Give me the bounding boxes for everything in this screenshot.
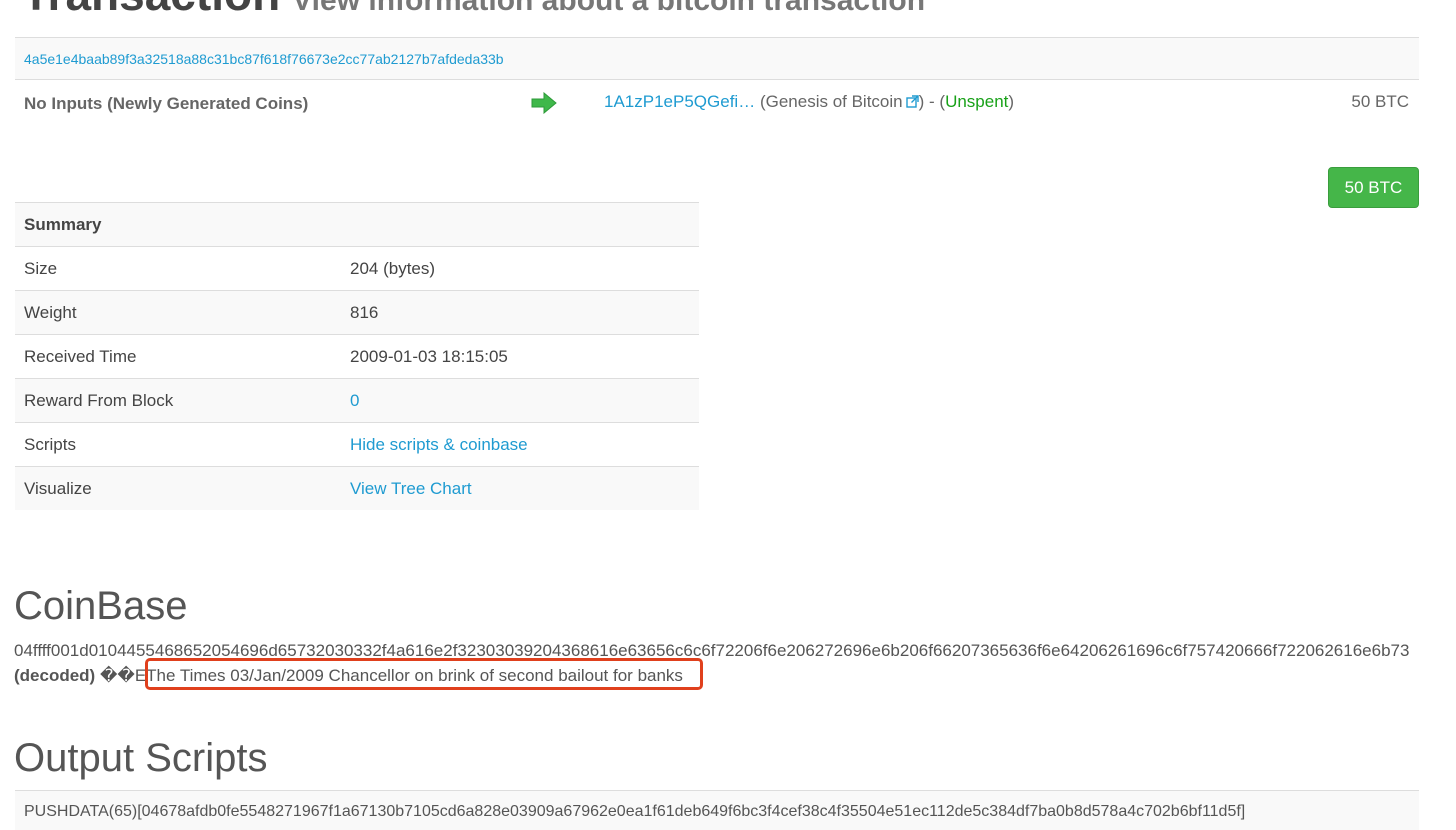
decoded-prefix: ��E [99, 666, 147, 685]
page-subtitle: View information about a bitcoin transac… [292, 0, 926, 17]
reward-block-link[interactable]: 0 [350, 391, 359, 410]
summary-label: Received Time [15, 334, 337, 379]
summary-row-received-time: Received Time 2009-01-03 18:15:05 [15, 334, 699, 379]
summary-label: Weight [15, 290, 337, 335]
output-status: Unspent [945, 92, 1009, 111]
summary-row-visualize: Visualize View Tree Chart [15, 466, 699, 510]
summary-row-size: Size 204 (bytes) [15, 246, 699, 291]
output-scripts-heading: Output Scripts [14, 736, 268, 780]
external-link-icon[interactable] [905, 95, 919, 108]
output-close-paren: ) [1008, 92, 1015, 111]
summary-label: Visualize [15, 466, 337, 510]
summary-value: 2009-01-03 18:15:05 [337, 334, 699, 379]
transaction-table: 4a5e1e4baab89f3a32518a88c31bc87f618f7667… [15, 37, 1419, 208]
output-script: PUSHDATA(65)[04678afdb0fe5548271967f1a67… [15, 790, 1419, 830]
output-separator: ) - ( [918, 92, 946, 111]
output-address-link[interactable]: 1A1zP1eP5QGefi… [604, 92, 755, 111]
transaction-io-row: No Inputs (Newly Generated Coins) 1A1zP1… [15, 80, 1419, 208]
coinbase-heading: CoinBase [14, 584, 188, 628]
summary-header-row: Summary [15, 202, 699, 247]
summary-row-scripts: Scripts Hide scripts & coinbase [15, 422, 699, 467]
total-amount-button[interactable]: 50 BTC [1328, 167, 1419, 208]
arrow-right-icon [531, 92, 557, 114]
highlight-annotation-box [145, 658, 703, 690]
summary-table: Summary Size 204 (bytes) Weight 816 Rece… [15, 202, 699, 510]
inputs-label: No Inputs (Newly Generated Coins) [24, 94, 309, 113]
page-title: Transaction View information about a bitc… [22, 0, 925, 23]
summary-label: Size [15, 246, 337, 291]
transaction-hash-row: 4a5e1e4baab89f3a32518a88c31bc87f618f7667… [15, 38, 1419, 80]
summary-row-reward-from-block: Reward From Block 0 [15, 378, 699, 423]
hide-scripts-link[interactable]: Hide scripts & coinbase [350, 435, 528, 454]
view-tree-chart-link[interactable]: View Tree Chart [350, 479, 472, 498]
output-tag: Genesis of Bitcoin [765, 92, 903, 111]
transaction-hash-link[interactable]: 4a5e1e4baab89f3a32518a88c31bc87f618f7667… [24, 51, 504, 67]
summary-value: 816 [337, 290, 699, 335]
summary-value: 204 (bytes) [337, 246, 699, 291]
decoded-label: (decoded) [14, 666, 96, 685]
page-title-main: Transaction [22, 0, 280, 20]
output-amount: 50 BTC [1351, 92, 1409, 111]
summary-heading: Summary [15, 202, 699, 247]
summary-label: Reward From Block [15, 378, 337, 423]
summary-label: Scripts [15, 422, 337, 467]
output-line: 1A1zP1eP5QGefi… (Genesis of Bitcoin ) - … [604, 92, 1014, 112]
summary-row-weight: Weight 816 [15, 290, 699, 335]
